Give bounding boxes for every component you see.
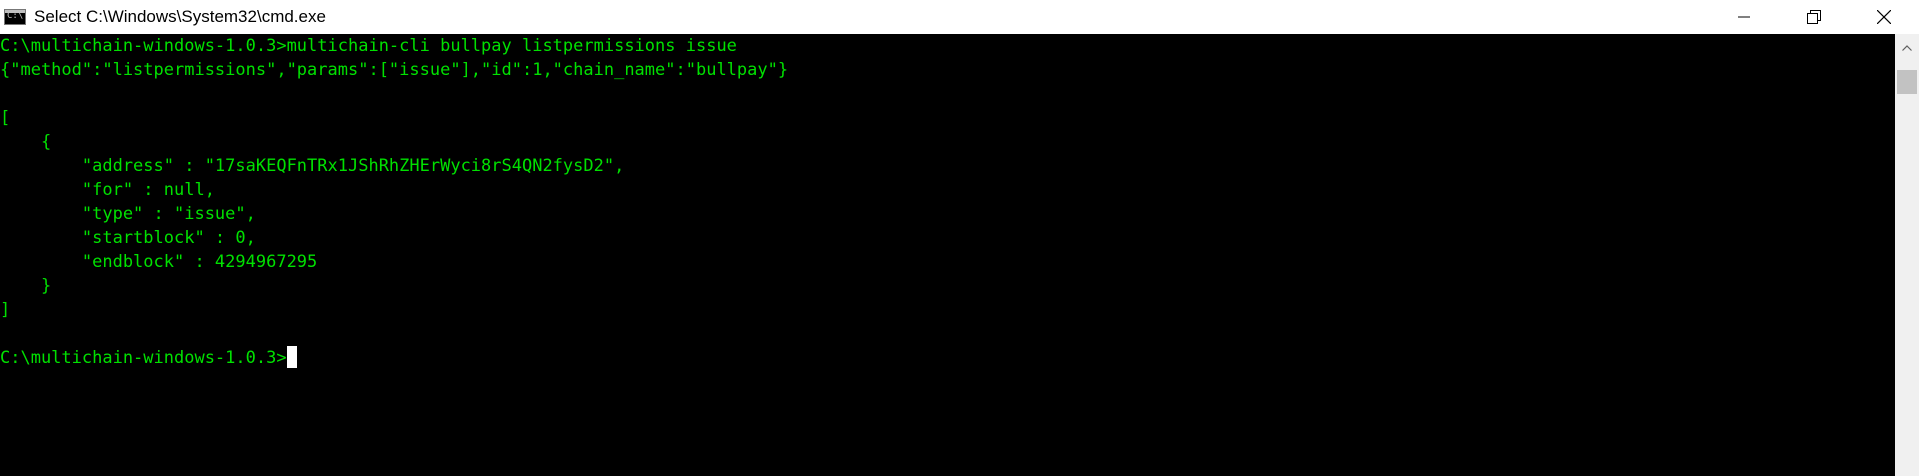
close-icon: [1877, 10, 1891, 24]
text-cursor: [286, 346, 297, 368]
console-line: "endblock" : 4294967295: [0, 252, 318, 272]
console-line: C:\multichain-windows-1.0.3>multichain-c…: [0, 36, 737, 56]
command-prompt: C:\multichain-windows-1.0.3>: [0, 348, 287, 368]
chevron-up-icon: [1902, 45, 1912, 51]
window-controls: [1709, 0, 1919, 34]
scrollbar-thumb[interactable]: [1897, 70, 1917, 94]
console-line: ]: [0, 300, 11, 320]
console-line: "for" : null,: [0, 180, 215, 200]
console-line: }: [0, 276, 52, 296]
console-line: {"method":"listpermissions","params":["i…: [0, 60, 789, 80]
cmd-app-icon[interactable]: [4, 9, 26, 25]
prompt-line[interactable]: C:\multichain-windows-1.0.3>: [0, 346, 1895, 370]
maximize-button[interactable]: [1779, 0, 1849, 34]
cmd-window: Select C:\Windows\System32\cmd.exe: [0, 0, 1919, 476]
window-title: Select C:\Windows\System32\cmd.exe: [34, 7, 326, 26]
minimize-button[interactable]: [1709, 0, 1779, 34]
console-line: "startblock" : 0,: [0, 228, 256, 248]
vertical-scrollbar[interactable]: [1895, 34, 1919, 476]
console-line: {: [0, 132, 52, 152]
title-bar[interactable]: Select C:\Windows\System32\cmd.exe: [0, 0, 1919, 34]
restore-icon: [1807, 10, 1821, 24]
console-line: "address" : "17saKEQFnTRx1JShRhZHErWyci8…: [0, 156, 625, 176]
console-line: "type" : "issue",: [0, 204, 256, 224]
console-output[interactable]: C:\multichain-windows-1.0.3>multichain-c…: [0, 34, 1895, 476]
minimize-icon: [1738, 16, 1750, 18]
close-button[interactable]: [1849, 0, 1919, 34]
console-line: [: [0, 108, 11, 128]
scroll-up-button[interactable]: [1895, 34, 1919, 62]
